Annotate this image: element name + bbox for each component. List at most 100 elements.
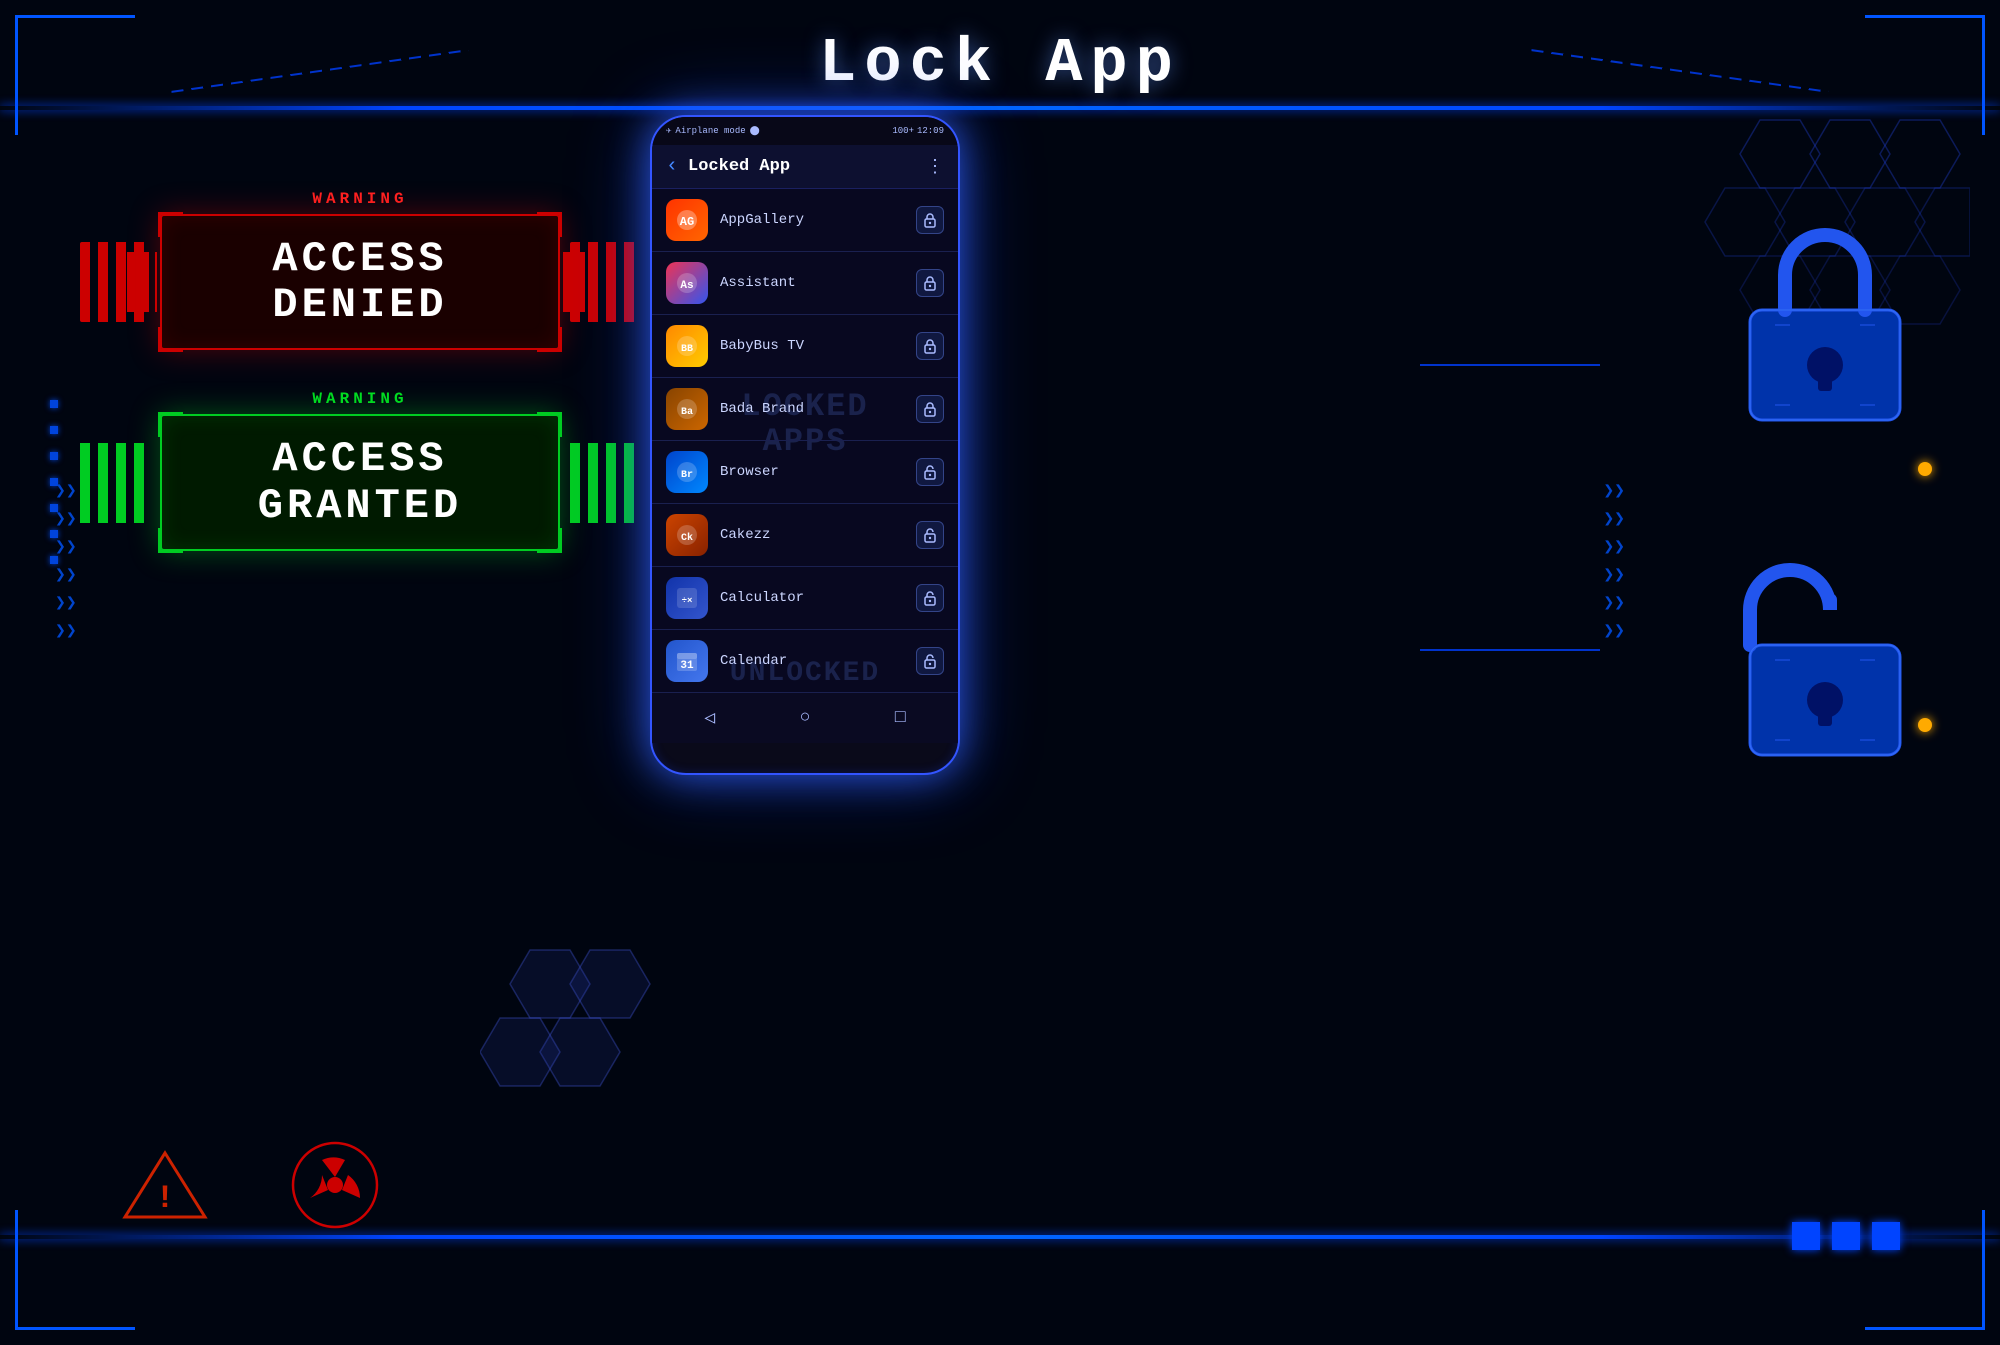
chevron-down-6: ❯❯ [55,620,77,642]
svg-text:Ck: Ck [681,532,693,544]
radiation-symbol-icon [290,1140,380,1235]
top-dash-left [171,49,468,93]
brace-denied-br [537,327,562,352]
chevron-down-5: ❯❯ [55,592,77,614]
bottom-icons: ! [120,1140,380,1235]
chevron-down-1: ❯❯ [55,480,77,502]
dot-indicator-1 [1918,462,1932,476]
v-dot-3 [50,452,58,460]
brace-granted-tl [158,412,183,437]
app-item-calculator[interactable]: ÷× Calculator [652,567,958,630]
phone-screen: ✈ Airplane mode ⬤ 100+ 12:09 ‹ Locked Ap… [650,115,960,775]
browser-lock-button[interactable] [916,458,944,486]
access-denied-text: ACCESS DENIED [272,236,447,328]
right-chevron-3: ❯❯ [1603,536,1625,558]
chevron-down-3: ❯❯ [55,536,77,558]
right-chevron-6: ❯❯ [1603,620,1625,642]
time-text: 12:09 [917,126,944,136]
brace-denied-tr [537,212,562,237]
dot-indicator-2 [1918,718,1932,732]
granted-stripes-right [570,443,640,523]
calculator-lock-button[interactable] [916,584,944,612]
corner-decoration-tl [15,15,135,135]
brace-granted-tr [537,412,562,437]
top-dash-right [1531,49,1828,93]
right-chevrons: ❯❯ ❯❯ ❯❯ ❯❯ ❯❯ ❯❯ [1603,480,1625,642]
bottom-border-strip [0,1235,2000,1239]
appgallery-lock-button[interactable] [916,206,944,234]
bottom-dot-3 [1872,1222,1900,1250]
app-header: ‹ Locked App ⋮ [652,145,958,189]
right-chevron-2: ❯❯ [1603,508,1625,530]
chevron-down-4: ❯❯ [55,564,77,586]
access-denied-section: WARNING ACCESS DENIED [80,190,640,350]
access-denied-banner-box: ACCESS DENIED [160,214,560,350]
svg-text:AG: AG [680,215,694,229]
calendar-icon: 31 [666,640,708,682]
babybus-lock-button[interactable] [916,332,944,360]
corner-decoration-bl [15,1210,135,1330]
status-left: ✈ Airplane mode ⬤ [666,126,760,136]
assistant-name: Assistant [720,275,916,291]
svg-text:÷×: ÷× [682,596,693,606]
calendar-lock-button[interactable] [916,647,944,675]
cakezz-icon: Ck [666,514,708,556]
warning-triangle-icon: ! [120,1145,210,1230]
calculator-icon: ÷× [666,577,708,619]
app-item-appgallery[interactable]: AG AppGallery [652,189,958,252]
warning-label-granted: WARNING [80,390,640,408]
svg-text:BB: BB [681,344,693,355]
back-button[interactable]: ‹ [666,155,678,178]
app-item-babybus[interactable]: BB BabyBus TV [652,315,958,378]
appgallery-icon: AG [666,199,708,241]
lock-closed-decoration [1730,210,1920,435]
access-granted-section: WARNING ACCESS GRANTED [80,390,640,550]
more-options-button[interactable]: ⋮ [926,156,944,178]
nav-bar: ◁ ○ □ [652,693,958,743]
camera-icon: ⬤ [750,126,760,136]
calculator-name: Calculator [720,590,916,606]
phone-container: ✈ Airplane mode ⬤ 100+ 12:09 ‹ Locked Ap… [650,115,960,775]
svg-text:Ba: Ba [681,407,693,418]
left-panel: WARNING ACCESS DENIED WARNING [80,130,640,551]
svg-text:As: As [680,280,693,292]
right-chevron-4: ❯❯ [1603,564,1625,586]
left-chevrons: ❯❯ ❯❯ ❯❯ ❯❯ ❯❯ ❯❯ [55,480,77,642]
right-chevron-1: ❯❯ [1603,480,1625,502]
bottom-dot-1 [1792,1222,1820,1250]
bottom-dot-2 [1832,1222,1860,1250]
battery-text: 100+ [892,126,914,136]
app-list: LOCKEDAPPS UNLOCKEDAPPS AG AppGallery As… [652,189,958,693]
lock-open-decoration [1730,545,1920,770]
app-item-calendar[interactable]: 31 Calendar [652,630,958,693]
bada-icon: Ba [666,388,708,430]
app-item-bada[interactable]: Ba Bada Brand [652,378,958,441]
hex-decoration-middle [480,940,660,1125]
nav-home-button[interactable]: ○ [800,708,811,728]
nav-recent-button[interactable]: □ [895,708,906,728]
babybus-icon: BB [666,325,708,367]
brace-granted-br [537,528,562,553]
nav-back-button[interactable]: ◁ [704,707,715,729]
bottom-right-dots [1792,1222,1900,1250]
svg-text:Br: Br [681,470,693,481]
brace-granted-bl [158,528,183,553]
calendar-name: Calendar [720,653,916,669]
app-item-assistant[interactable]: As Assistant [652,252,958,315]
app-item-browser[interactable]: Br Browser [652,441,958,504]
status-right: 100+ 12:09 [892,126,944,136]
status-left-text: Airplane mode [675,126,745,136]
babybus-name: BabyBus TV [720,338,916,354]
brace-denied-tl [158,212,183,237]
page-title: Lock App [819,28,1181,99]
app-item-cakezz[interactable]: Ck Cakezz [652,504,958,567]
v-dot-1 [50,400,58,408]
access-granted-banner-box: ACCESS GRANTED [160,414,560,550]
cakezz-name: Cakezz [720,527,916,543]
access-granted-text: ACCESS GRANTED [258,436,462,528]
svg-text:!: ! [155,1180,174,1217]
warning-label-denied: WARNING [80,190,640,208]
bada-lock-button[interactable] [916,395,944,423]
assistant-lock-button[interactable] [916,269,944,297]
cakezz-lock-button[interactable] [916,521,944,549]
